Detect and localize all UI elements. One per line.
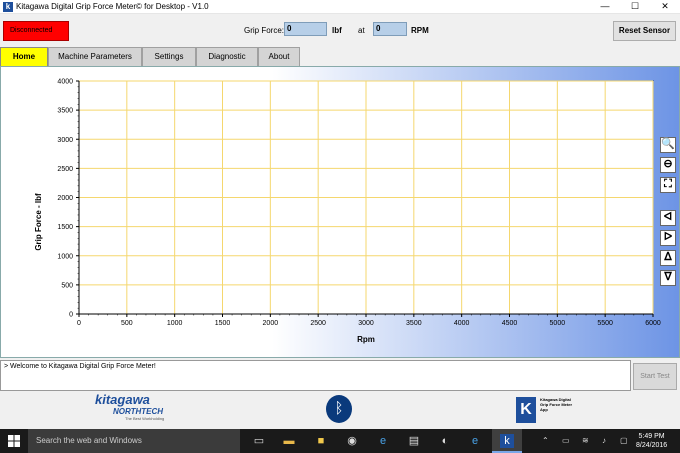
rpm-readout: 0 [373,22,407,36]
tab-machine-parameters[interactable]: Machine Parameters [48,47,142,66]
windows-start-icon[interactable] [8,435,20,447]
kitagawa-taskbar-icon[interactable]: k [500,434,514,448]
northtech-logo: NORTHTECH [113,407,164,416]
x-tick-label: 3500 [406,320,422,327]
tab-about[interactable]: About [258,47,300,66]
start-test-button[interactable]: Start Test [633,363,677,390]
task-view-icon[interactable]: ▭ [252,434,266,448]
y-tick-label: 2500 [57,166,73,173]
ie-icon[interactable]: e [468,434,482,448]
reset-sensor-button[interactable]: Reset Sensor [613,21,676,41]
x-tick-label: 5500 [597,320,613,327]
fit-view-icon[interactable]: ⛶ [660,177,676,193]
x-tick-label: 2500 [310,320,326,327]
app-logo-text: Kitagawa Digital Grip Force Meter App [540,397,573,412]
x-tick-label: 4000 [454,320,470,327]
x-tick-label: 2000 [263,320,279,327]
tray-chevron-icon[interactable]: ⌃ [542,436,549,445]
grip-force-unit: lbf [332,26,342,35]
battery-icon[interactable]: ▭ [562,436,570,445]
x-tick-label: 500 [121,320,133,327]
taskbar-search-placeholder: Search the web and Windows [36,436,142,445]
kitagawa-logo: kitagawa [95,392,150,407]
zoom-in-icon[interactable]: 🔍 [660,137,676,153]
wifi-icon[interactable]: ≋ [582,436,589,445]
file-explorer-icon[interactable]: ▬ [282,434,296,448]
clock-date: 8/24/2016 [636,442,668,449]
y-tick-label: 1500 [57,224,73,231]
tab-home[interactable]: Home [0,47,48,66]
pan-down-icon[interactable]: ᐁ [660,270,676,286]
y-tick-label: 3500 [57,108,73,115]
y-tick-label: 0 [69,312,73,319]
x-tick-label: 1000 [167,320,183,327]
x-tick-label: 0 [77,320,81,327]
y-tick-label: 2000 [57,195,73,202]
northtech-tagline: The Best Workholding [125,416,165,421]
grip-force-label: Grip Force: [244,26,285,35]
tab-diagnostic[interactable]: Diagnostic [196,47,258,66]
store-icon[interactable]: ▤ [407,434,421,448]
message-console[interactable]: > Welcome to Kitagawa Digital Grip Force… [0,360,631,391]
window-title: Kitagawa Digital Grip Force Meter© for D… [16,2,209,11]
sticky-app-icon[interactable]: ■ [314,434,328,448]
y-axis-label: Grip Force - lbf [34,193,43,251]
y-tick-label: 1000 [57,253,73,260]
connection-status[interactable]: Disconnected [3,21,69,41]
pan-left-icon[interactable]: ᐊ [660,210,676,226]
x-tick-label: 1500 [215,320,231,327]
app-logo-icon: K [516,397,536,423]
app-circle-icon[interactable]: ◉ [345,434,359,448]
kitagawa-northtech-logo: kitagawa NORTHTECH The Best Workholding [95,392,205,428]
pan-up-icon[interactable]: ᐃ [660,250,676,266]
at-label: at [358,26,365,35]
maximize-button[interactable]: ☐ [620,0,650,14]
bluetooth-icon[interactable]: ᛒ [326,395,352,423]
media-icon[interactable]: ◐ [438,434,452,448]
taskbar-clock[interactable]: 5:49 PM 8/24/2016 [636,432,667,450]
edge-icon[interactable]: e [376,434,390,448]
chart-panel: 0 500 1000 1500 2000 2500 3000 3500 4000 4500 5000… [0,66,680,358]
x-tick-label: 3000 [358,320,374,327]
x-tick-label: 5000 [550,320,566,327]
y-tick-label: 4000 [57,79,73,86]
x-tick-label: 6000 [645,320,661,327]
console-message: > Welcome to Kitagawa Digital Grip Force… [4,363,156,370]
title-bar: k Kitagawa Digital Grip Force Meter© for… [0,0,680,14]
rpm-unit: RPM [411,26,429,35]
notification-icon[interactable]: ▢ [620,436,628,445]
minimize-button[interactable]: — [590,0,620,14]
y-tick-label: 3000 [57,137,73,144]
pan-right-icon[interactable]: ᐅ [660,230,676,246]
y-tick-label: 500 [61,282,73,289]
volume-icon[interactable]: ♪ [602,436,606,445]
grip-force-chart[interactable]: 0 500 1000 1500 2000 2500 3000 3500 4000 4500 5000… [1,67,680,359]
x-axis-label: Rpm [357,335,375,344]
app-icon: k [3,2,13,12]
grip-force-readout: 0 [284,22,327,36]
tab-settings[interactable]: Settings [142,47,196,66]
clock-time: 5:49 PM [638,433,665,440]
taskbar: Search the web and Windows ▭ ▬ ■ ◉ e ▤ ◐… [0,429,680,453]
close-button[interactable]: ✕ [650,0,680,14]
x-tick-label: 4500 [502,320,518,327]
zoom-out-icon[interactable]: ⊖ [660,157,676,173]
